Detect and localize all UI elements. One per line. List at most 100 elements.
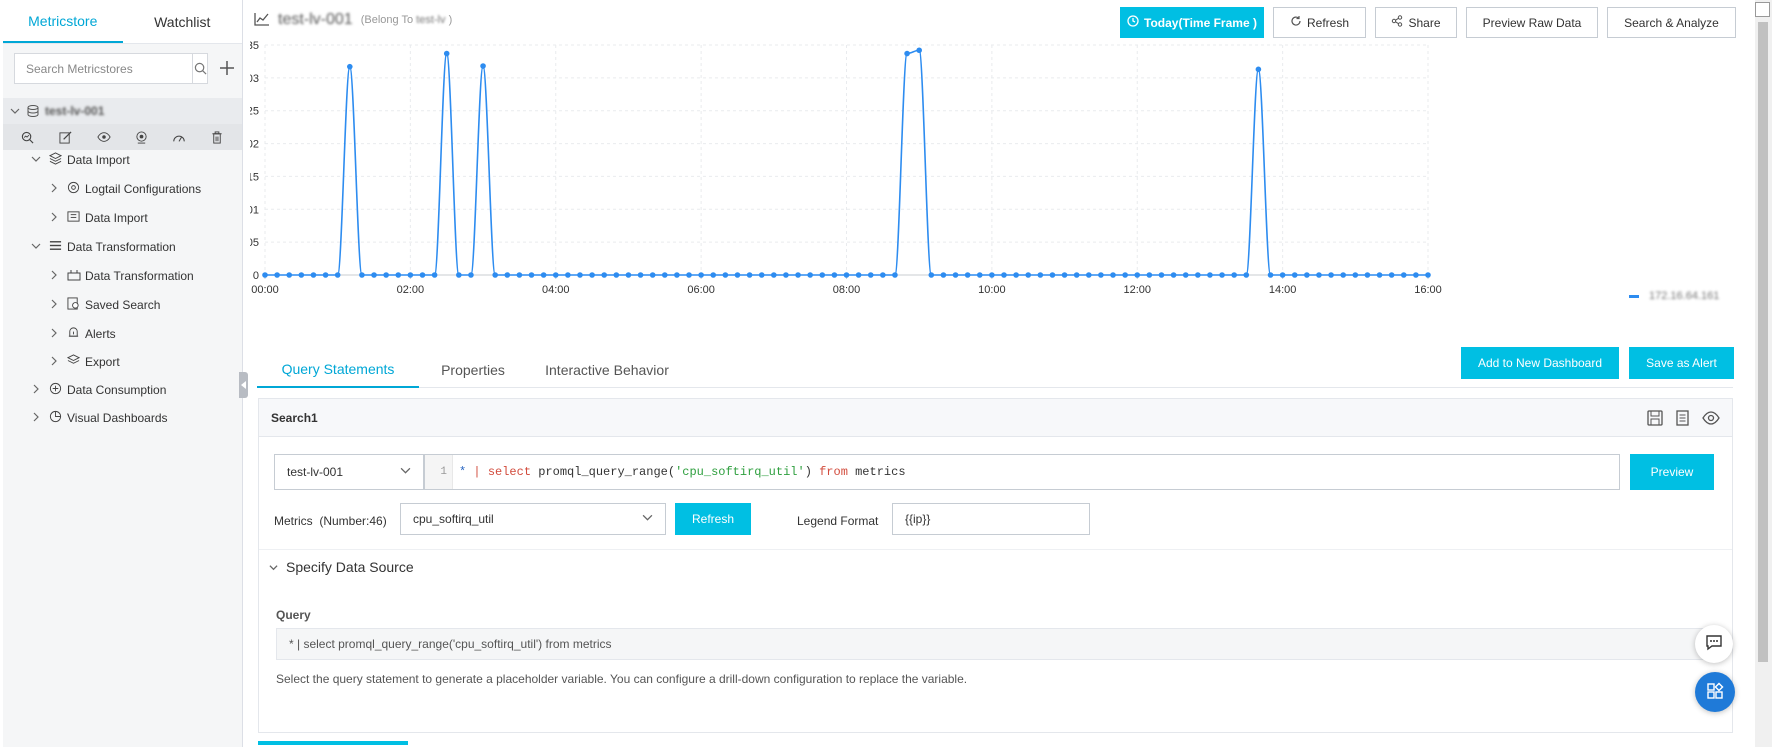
query-editor[interactable]: 1 * | select promql_query_range('cpu_sof…: [424, 454, 1620, 490]
tree-data-import[interactable]: Data Import: [31, 148, 130, 172]
specify-data-source-label: Specify Data Source: [286, 559, 414, 575]
chat-icon: [1705, 634, 1723, 654]
data-point: [577, 272, 583, 278]
tab-properties[interactable]: Properties: [419, 352, 527, 388]
save-icon[interactable]: [1646, 409, 1664, 430]
tab-interactive-behavior[interactable]: Interactive Behavior: [527, 352, 687, 388]
eye-icon[interactable]: [1702, 409, 1720, 430]
add-metricstore-button[interactable]: [216, 55, 238, 81]
tree-data-consumption[interactable]: Data Consumption: [31, 378, 166, 402]
metricstore-select-value: test-lv-001: [287, 465, 344, 479]
tab-query-statements[interactable]: Query Statements: [257, 352, 419, 388]
search-analyze-button[interactable]: Search & Analyze: [1607, 7, 1736, 38]
data-point: [722, 272, 729, 278]
gear-icon: [67, 181, 83, 197]
tree-alerts[interactable]: Alerts: [49, 322, 116, 346]
share-button[interactable]: Share: [1375, 7, 1457, 38]
view-icon[interactable]: [94, 127, 114, 147]
tree-visual-dashboards[interactable]: Visual Dashboards: [31, 406, 168, 430]
y-tick-label: 0.015: [250, 171, 259, 183]
chart-legend[interactable]: 172.16.64.161: [1629, 290, 1719, 302]
list-icon: [49, 239, 65, 255]
y-tick-label: 0: [253, 270, 259, 282]
query-code[interactable]: * | select promql_query_range('cpu_softi…: [453, 465, 906, 479]
data-point: [431, 272, 438, 278]
chevron-right-icon[interactable]: [49, 182, 65, 196]
chevron-right-icon[interactable]: [49, 269, 65, 283]
alert-icon: [67, 326, 83, 342]
monitor-icon[interactable]: [131, 127, 151, 147]
tab-watchlist[interactable]: Watchlist: [123, 0, 243, 43]
chevron-down-icon[interactable]: [3, 106, 27, 116]
chevron-down-icon[interactable]: [31, 153, 47, 167]
data-point: [1304, 272, 1310, 278]
tab-metricstore[interactable]: Metricstore: [3, 0, 123, 43]
metrics-select-value: cpu_softirq_util: [413, 512, 494, 526]
chevron-down-icon: [400, 465, 411, 479]
chevron-right-icon[interactable]: [31, 383, 47, 397]
tree-saved-search[interactable]: Saved Search: [49, 293, 160, 317]
data-point: [1388, 272, 1395, 278]
chevron-right-icon[interactable]: [49, 355, 65, 369]
metrics-refresh-button[interactable]: Refresh: [675, 503, 751, 535]
document-icon[interactable]: [1674, 409, 1692, 430]
data-point: [407, 272, 414, 278]
data-point: [1158, 272, 1165, 278]
data-point: [1001, 272, 1007, 278]
data-point: [468, 272, 474, 278]
data-point: [492, 272, 498, 278]
specify-data-source-toggle[interactable]: Specify Data Source: [269, 559, 414, 575]
edit-icon[interactable]: [56, 127, 76, 147]
metricstore-search: [14, 53, 208, 84]
chevron-right-icon[interactable]: [49, 327, 65, 341]
search-icon[interactable]: [192, 54, 207, 83]
metricstore-item[interactable]: test-lv-001: [3, 98, 242, 124]
tree-label: Visual Dashboards: [67, 411, 168, 425]
tree-data-import-sub[interactable]: Data Import: [49, 206, 148, 230]
tree-data-transformation-sub[interactable]: Data Transformation: [49, 264, 194, 288]
chevron-right-icon[interactable]: [31, 411, 47, 425]
data-point: [746, 272, 753, 278]
page-scrollbar[interactable]: [1755, 0, 1772, 747]
chat-button[interactable]: [1695, 625, 1733, 663]
data-point: [855, 272, 862, 278]
data-point: [819, 272, 826, 278]
preview-raw-data-button[interactable]: Preview Raw Data: [1466, 7, 1598, 38]
time-frame-button[interactable]: Today(Time Frame ): [1120, 7, 1264, 38]
chevron-down-icon[interactable]: [31, 240, 47, 254]
metricstore-toolbar: [3, 124, 242, 150]
search-analyze-icon[interactable]: [18, 127, 38, 147]
refresh-button[interactable]: Refresh: [1273, 7, 1366, 38]
tree-logtail-configurations[interactable]: Logtail Configurations: [49, 177, 201, 201]
sidebar-collapse-handle[interactable]: [239, 372, 248, 398]
search-input[interactable]: [15, 54, 192, 83]
query-token: *: [459, 465, 474, 479]
data-point: [1146, 272, 1153, 278]
chevron-right-icon[interactable]: [49, 211, 65, 225]
chevron-right-icon[interactable]: [49, 298, 65, 312]
data-point: [1122, 272, 1128, 278]
metricstore-select[interactable]: test-lv-001: [274, 454, 424, 490]
apps-button[interactable]: [1695, 672, 1735, 712]
scrollbar-thumb[interactable]: [1758, 22, 1768, 662]
add-to-new-dashboard-button[interactable]: Add to New Dashboard: [1461, 347, 1619, 379]
tree-label: Export: [85, 355, 120, 369]
tree-label: Data Import: [85, 211, 148, 225]
data-point: [831, 272, 838, 278]
data-point: [1364, 272, 1371, 278]
data-point: [262, 272, 268, 278]
gauge-icon[interactable]: [169, 127, 189, 147]
bottom-button-edge[interactable]: [258, 741, 408, 745]
metrics-select[interactable]: cpu_softirq_util: [400, 503, 666, 535]
data-point: [1243, 272, 1250, 278]
save-as-alert-button[interactable]: Save as Alert: [1629, 347, 1734, 379]
legend-format-input[interactable]: [892, 503, 1090, 535]
data-point: [976, 272, 983, 278]
tree-data-transformation[interactable]: Data Transformation: [31, 235, 176, 259]
tree-export[interactable]: Export: [49, 350, 120, 374]
belong-to: (Belong To test-lv ): [360, 14, 453, 26]
preview-button[interactable]: Preview: [1630, 454, 1714, 490]
data-point: [1195, 272, 1201, 278]
delete-icon[interactable]: [207, 127, 227, 147]
data-point: [880, 272, 886, 278]
